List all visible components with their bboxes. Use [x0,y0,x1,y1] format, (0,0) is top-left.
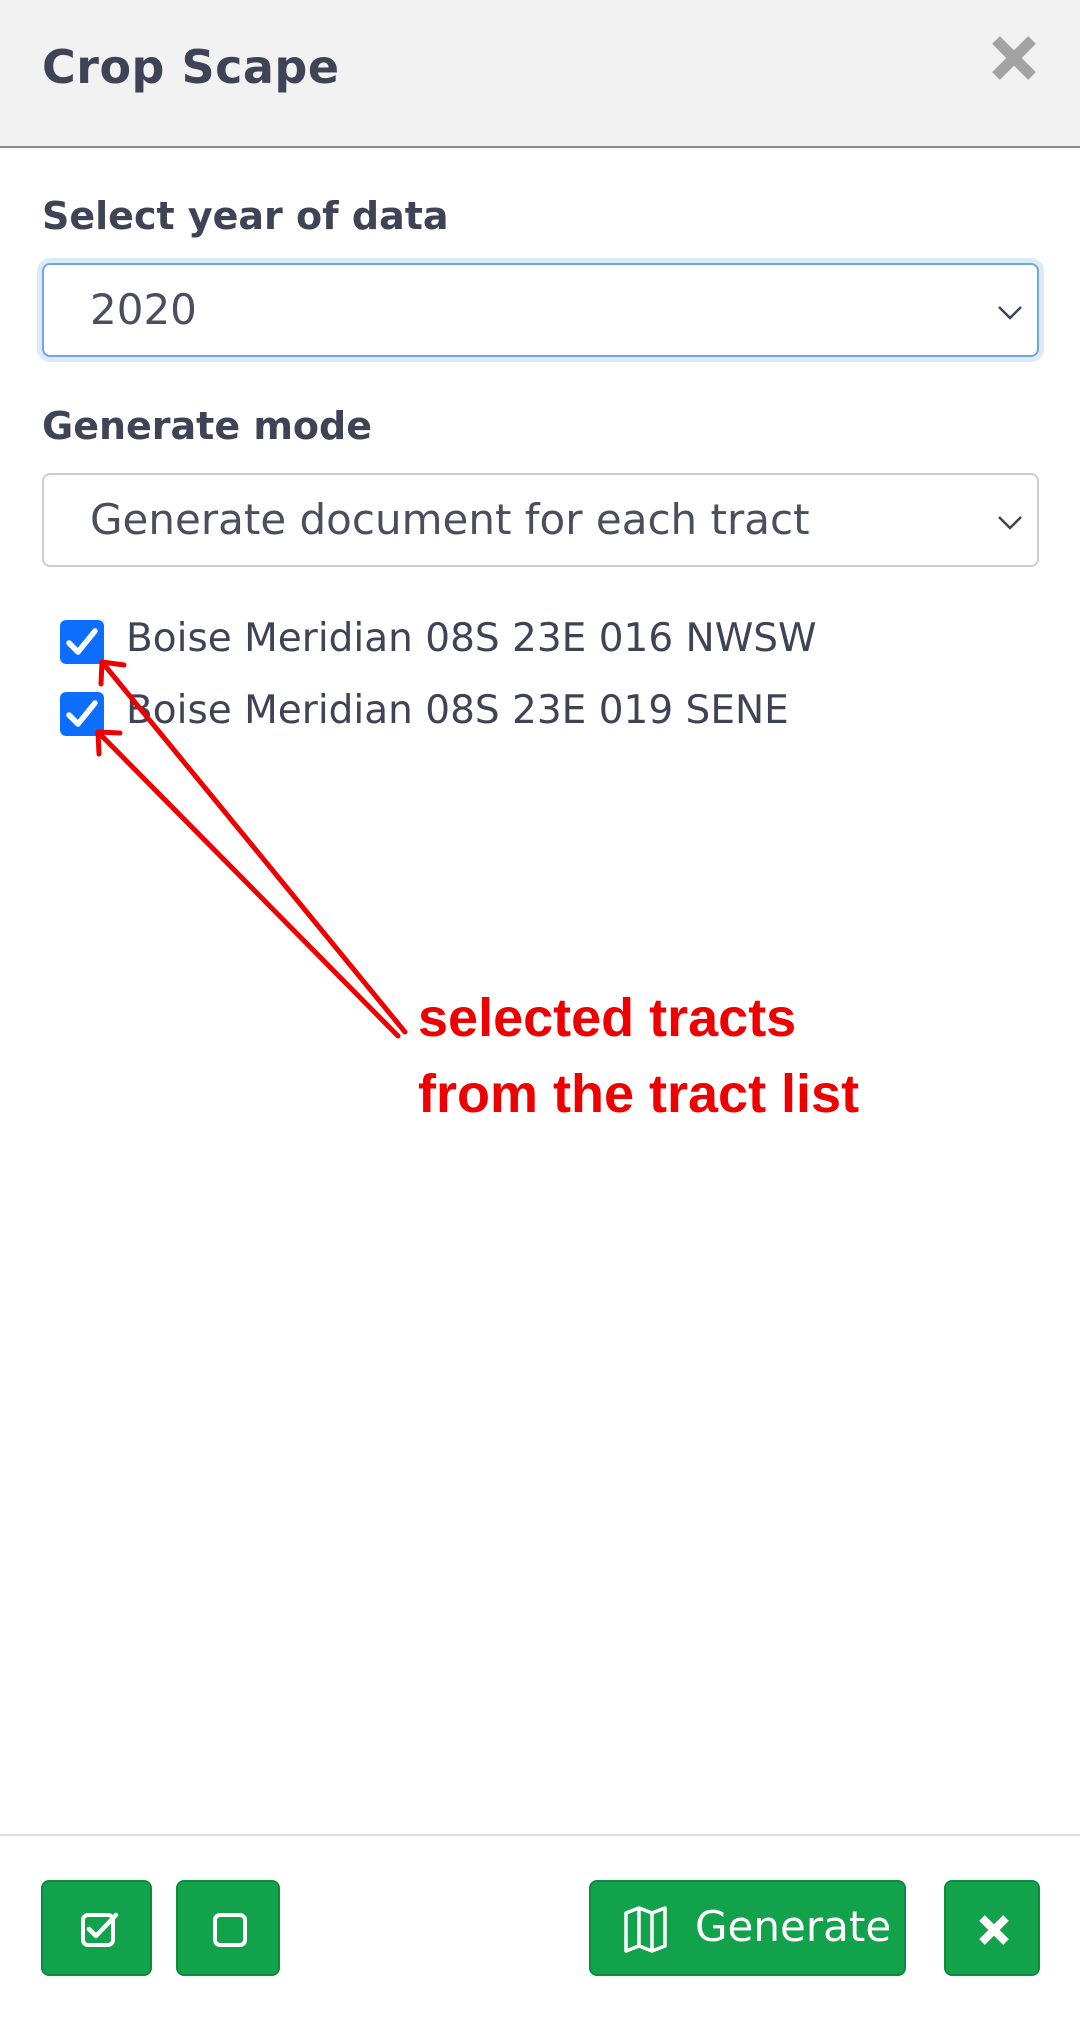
cancel-button[interactable] [944,1880,1040,1976]
checkbox-empty-icon [213,1913,247,1947]
check-icon [66,700,98,727]
tract-label: Boise Meridian 08S 23E 019 SENE [126,688,789,733]
select-all-button[interactable] [41,1880,152,1976]
chevron-down-icon [998,306,1022,320]
deselect-all-button[interactable] [176,1880,280,1976]
year-select-value: 2020 [90,285,197,334]
close-icon [979,1915,1009,1945]
tract-checkbox[interactable] [60,692,104,736]
close-icon[interactable] [986,30,1042,86]
annotation-line-2: from the tract list [418,1064,860,1124]
annotation-line-1: selected tracts [418,988,797,1048]
check-icon [66,628,98,655]
tract-label: Boise Meridian 08S 23E 016 NWSW [126,616,817,661]
chevron-down-icon [998,516,1022,530]
dialog-title: Crop Scape [42,40,340,94]
mode-select-value: Generate document for each tract [90,495,810,544]
annotation-text: selected tracts from the tract list [418,980,859,1132]
year-select[interactable]: 2020 [42,263,1039,357]
dialog-header: Crop Scape [0,0,1080,148]
checkbox-checked-icon [81,1912,119,1947]
footer-divider [0,1834,1080,1836]
year-select-label: Select year of data [42,194,449,238]
tract-checkbox[interactable] [60,620,104,664]
map-icon [624,1906,667,1953]
mode-select-label: Generate mode [42,404,373,448]
mode-select[interactable]: Generate document for each tract [42,473,1039,567]
generate-button[interactable]: Generate [589,1880,906,1976]
generate-button-label: Generate [695,1902,892,1951]
